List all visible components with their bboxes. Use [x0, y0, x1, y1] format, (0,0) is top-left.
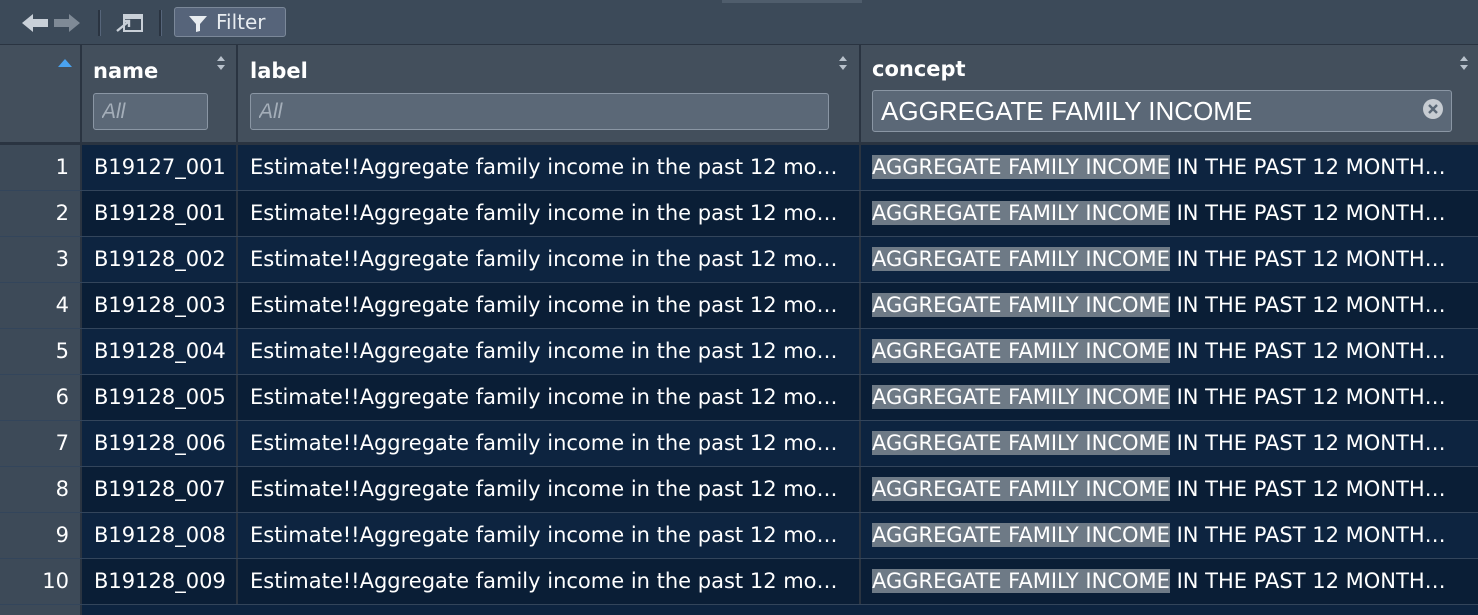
cell-label: Estimate!!Aggregate family income in the…: [238, 513, 861, 558]
cell-name: B19127_001: [82, 145, 238, 190]
table-body: 1 B19127_001 Estimate!!Aggregate family in…: [0, 145, 1478, 615]
table-row[interactable]: 3 B19128_002 Estimate!!Aggregate family in…: [0, 237, 1478, 283]
row-index: 3: [0, 237, 82, 282]
filter-match-highlight: AGGREGATE FAMILY INCOME: [872, 477, 1170, 501]
back-arrow-icon[interactable]: [20, 12, 50, 34]
sort-toggle-icon[interactable]: [216, 54, 226, 72]
cell-concept: AGGREGATE FAMILY INCOME IN THE PAST 12 M…: [861, 421, 1478, 466]
filter-match-highlight: AGGREGATE FAMILY INCOME: [872, 523, 1170, 547]
cell-concept: AGGREGATE FAMILY INCOME IN THE PAST 12 M…: [861, 559, 1478, 604]
concept-filter-input[interactable]: [872, 90, 1452, 132]
filter-match-highlight: AGGREGATE FAMILY INCOME: [872, 247, 1170, 271]
table-row[interactable]: 2 B19128_001 Estimate!!Aggregate family in…: [0, 191, 1478, 237]
sort-ascending-icon[interactable]: [58, 59, 72, 67]
filter-match-highlight: AGGREGATE FAMILY INCOME: [872, 431, 1170, 455]
table-row[interactable]: 9 B19128_008 Estimate!!Aggregate family in…: [0, 513, 1478, 559]
name-filter-input[interactable]: [93, 93, 208, 130]
cell-name: B19128_009: [82, 559, 238, 604]
tab-notch: [722, 0, 862, 3]
header-name-column[interactable]: name: [82, 45, 238, 142]
cell-label: Estimate!!Aggregate family income in the…: [238, 283, 861, 328]
cell-label: Estimate!!Aggregate family income in the…: [238, 329, 861, 374]
table-row[interactable]: 5 B19128_004 Estimate!!Aggregate family in…: [0, 329, 1478, 375]
cell-concept: AGGREGATE FAMILY INCOME IN THE PAST 12 M…: [861, 513, 1478, 558]
cell-name: B19128_007: [82, 467, 238, 512]
filter-button-label: Filter: [216, 10, 266, 34]
concept-remainder: IN THE PAST 12 MONTH…: [1169, 201, 1446, 225]
popout-icon[interactable]: [114, 12, 146, 34]
row-index: 6: [0, 375, 82, 420]
filter-match-highlight: AGGREGATE FAMILY INCOME: [872, 385, 1170, 409]
cell-label: Estimate!!Aggregate family income in the…: [238, 145, 861, 190]
cell-concept: AGGREGATE FAMILY INCOME IN THE PAST 12 M…: [861, 191, 1478, 236]
row-index: 10: [0, 559, 82, 604]
toolbar: Filter: [0, 0, 1478, 45]
filter-match-highlight: AGGREGATE FAMILY INCOME: [872, 155, 1170, 179]
filter-match-highlight: AGGREGATE FAMILY INCOME: [872, 569, 1170, 593]
cell-concept: AGGREGATE FAMILY INCOME IN THE PAST 12 M…: [861, 467, 1478, 512]
table-row[interactable]: 7 B19128_006 Estimate!!Aggregate family in…: [0, 421, 1478, 467]
row-index: 8: [0, 467, 82, 512]
table-row[interactable]: 1 B19127_001 Estimate!!Aggregate family in…: [0, 145, 1478, 191]
table-header: name label concept: [0, 45, 1478, 145]
table-row[interactable]: 4 B19128_003 Estimate!!Aggregate family in…: [0, 283, 1478, 329]
cell-label: Estimate!!Aggregate family income in the…: [238, 375, 861, 420]
cell-name: B19128_005: [82, 375, 238, 420]
filter-match-highlight: AGGREGATE FAMILY INCOME: [872, 201, 1170, 225]
clear-filter-icon[interactable]: [1422, 98, 1444, 120]
toolbar-separator: [98, 10, 101, 36]
table-row[interactable]: 10 B19128_009 Estimate!!Aggregate family i…: [0, 559, 1478, 605]
table-row[interactable]: 6 B19128_005 Estimate!!Aggregate family in…: [0, 375, 1478, 421]
table-row[interactable]: 8 B19128_007 Estimate!!Aggregate family in…: [0, 467, 1478, 513]
concept-remainder: IN THE PAST 12 MONTH…: [1169, 247, 1446, 271]
cell-label: Estimate!!Aggregate family income in the…: [238, 559, 861, 604]
header-label-column[interactable]: label: [238, 45, 861, 142]
cell-concept: AGGREGATE FAMILY INCOME IN THE PAST 12 M…: [861, 145, 1478, 190]
cell-concept: AGGREGATE FAMILY INCOME IN THE PAST 12 M…: [861, 329, 1478, 374]
row-index: [0, 605, 82, 615]
cell-concept: AGGREGATE FAMILY INCOME IN THE PAST 12 M…: [861, 237, 1478, 282]
column-title-label: label: [250, 59, 308, 83]
toolbar-separator: [159, 10, 162, 36]
cell-concept: AGGREGATE FAMILY INCOME IN THE PAST 12 M…: [861, 283, 1478, 328]
concept-remainder: IN THE PAST 12 MONTH…: [1169, 477, 1446, 501]
label-filter-input[interactable]: [250, 93, 829, 130]
cell-name: B19128_004: [82, 329, 238, 374]
filter-funnel-icon: [189, 16, 207, 32]
filter-match-highlight: AGGREGATE FAMILY INCOME: [872, 293, 1170, 317]
cell-name: B19128_008: [82, 513, 238, 558]
concept-remainder: IN THE PAST 12 MONTH…: [1169, 431, 1446, 455]
cell-label: Estimate!!Aggregate family income in the…: [238, 237, 861, 282]
cell-concept: AGGREGATE FAMILY INCOME IN THE PAST 12 M…: [861, 375, 1478, 420]
header-concept-column[interactable]: concept: [861, 45, 1478, 142]
row-index: 1: [0, 145, 82, 190]
row-index: 2: [0, 191, 82, 236]
concept-remainder: IN THE PAST 12 MONTH…: [1169, 155, 1446, 179]
cell-name: B19128_006: [82, 421, 238, 466]
header-index-column[interactable]: [0, 45, 82, 142]
row-index: 9: [0, 513, 82, 558]
concept-remainder: IN THE PAST 12 MONTH…: [1169, 339, 1446, 363]
table-row-partial: [0, 605, 1478, 615]
sort-toggle-icon[interactable]: [1459, 54, 1469, 72]
filter-button[interactable]: Filter: [174, 7, 286, 37]
sort-toggle-icon[interactable]: [838, 54, 848, 72]
concept-remainder: IN THE PAST 12 MONTH…: [1169, 523, 1446, 547]
cell-label: Estimate!!Aggregate family income in the…: [238, 467, 861, 512]
column-title-name: name: [93, 59, 159, 83]
row-index: 5: [0, 329, 82, 374]
concept-remainder: IN THE PAST 12 MONTH…: [1169, 385, 1446, 409]
cell-name: B19128_001: [82, 191, 238, 236]
concept-remainder: IN THE PAST 12 MONTH…: [1169, 569, 1446, 593]
cell-label: Estimate!!Aggregate family income in the…: [238, 191, 861, 236]
row-index: 7: [0, 421, 82, 466]
cell-name: B19128_002: [82, 237, 238, 282]
cell-label: Estimate!!Aggregate family income in the…: [238, 421, 861, 466]
filter-match-highlight: AGGREGATE FAMILY INCOME: [872, 339, 1170, 363]
forward-arrow-icon[interactable]: [52, 12, 82, 34]
column-title-concept: concept: [872, 57, 966, 81]
concept-remainder: IN THE PAST 12 MONTH…: [1169, 293, 1446, 317]
cell-name: B19128_003: [82, 283, 238, 328]
row-index: 4: [0, 283, 82, 328]
